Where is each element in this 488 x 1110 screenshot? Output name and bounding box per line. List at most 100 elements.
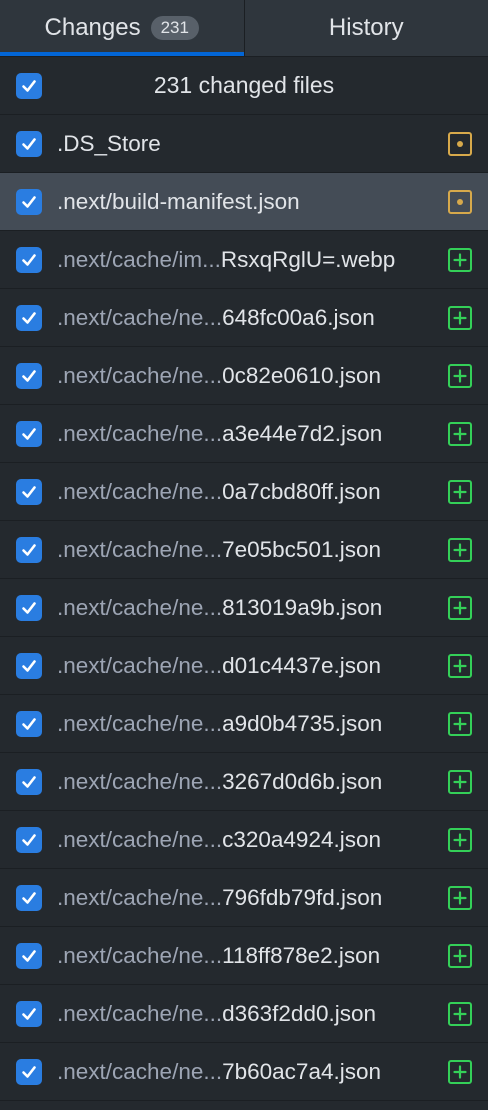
file-checkbox[interactable]	[16, 188, 42, 215]
file-path: .next/cache/ne... 0c82e0610.json	[57, 363, 440, 389]
file-path: .next/cache/ne... d01c4437e.json	[57, 653, 440, 679]
file-path: .next/cache/ne... 3267d0d6b.json	[57, 769, 440, 795]
file-checkbox[interactable]	[16, 1000, 42, 1027]
file-row[interactable]: .next/cache/ne... d363f2dd0.json	[0, 985, 488, 1043]
file-path: .next/cache/ne... 0a7cbd80ff.json	[57, 479, 440, 505]
file-checkbox[interactable]	[16, 420, 42, 447]
check-icon	[22, 79, 36, 92]
file-path-prefix: .next/cache/ne...	[57, 942, 223, 968]
changed-files-header: 231 changed files	[0, 57, 488, 115]
file-checkbox[interactable]	[16, 536, 42, 563]
file-row[interactable]: .next/build-manifest.json	[0, 173, 488, 231]
check-icon	[22, 369, 36, 382]
file-row[interactable]: .next/cache/ne... a3e44e7d2.json	[0, 405, 488, 463]
file-name: c320a4924.json	[222, 826, 381, 852]
file-row[interactable]: .next/cache/ne... 796fdb79fd.json	[0, 869, 488, 927]
tab-changes[interactable]: Changes 231	[0, 0, 244, 56]
changes-count-badge: 231	[150, 16, 199, 40]
file-added-icon	[448, 885, 472, 910]
file-modified-icon	[448, 131, 472, 156]
file-checkbox[interactable]	[16, 768, 42, 795]
file-path: .next/cache/ne... a9d0b4735.json	[57, 711, 440, 737]
file-row[interactable]: .next/cache/ne... 0c82e0610.json	[0, 347, 488, 405]
file-name: a3e44e7d2.json	[222, 420, 383, 446]
check-icon	[22, 1007, 36, 1020]
check-icon	[22, 949, 36, 962]
file-path: .next/cache/ne... 648fc00a6.json	[57, 305, 440, 331]
file-path: .next/cache/ne... 796fdb79fd.json	[57, 885, 440, 911]
file-name: 813019a9b.json	[222, 594, 383, 620]
file-row[interactable]: .next/cache/ne... 7b60ac7a4.json	[0, 1043, 488, 1101]
file-checkbox[interactable]	[16, 478, 42, 505]
file-checkbox[interactable]	[16, 594, 42, 621]
file-name: 7e05bc501.json	[222, 536, 381, 562]
file-path: .next/cache/ne... 7b60ac7a4.json	[57, 1059, 440, 1085]
file-row[interactable]: .next/cache/im... RsxqRglU=.webp	[0, 231, 488, 289]
file-added-icon	[448, 653, 472, 678]
file-row[interactable]: .next/cache/ne... 118ff878e2.json	[0, 927, 488, 985]
file-row[interactable]: .next/cache/ne... 813019a9b.json	[0, 579, 488, 637]
file-path: .next/cache/ne... 813019a9b.json	[57, 595, 440, 621]
file-checkbox[interactable]	[16, 246, 42, 273]
select-all-checkbox[interactable]	[16, 72, 42, 99]
file-added-icon	[448, 595, 472, 620]
file-checkbox[interactable]	[16, 652, 42, 679]
file-checkbox[interactable]	[16, 826, 42, 853]
file-path-prefix: .next/cache/ne...	[57, 826, 223, 852]
file-path-prefix: .next/cache/ne...	[57, 478, 223, 504]
plus-icon	[453, 948, 467, 963]
file-modified-icon	[448, 189, 472, 214]
plus-icon	[453, 310, 467, 325]
plus-icon	[453, 716, 467, 731]
file-added-icon	[448, 943, 472, 968]
file-checkbox[interactable]	[16, 884, 42, 911]
plus-icon	[453, 1064, 467, 1079]
file-row[interactable]: .next/cache/ne... 648fc00a6.json	[0, 289, 488, 347]
file-path: .next/cache/ne... c320a4924.json	[57, 827, 440, 853]
check-icon	[22, 891, 36, 904]
file-path: .next/build-manifest.json	[57, 189, 440, 215]
file-checkbox[interactable]	[16, 1058, 42, 1085]
file-added-icon	[448, 827, 472, 852]
plus-icon	[453, 600, 467, 615]
file-checkbox[interactable]	[16, 130, 42, 157]
check-icon	[22, 543, 36, 556]
file-row[interactable]: .next/cache/ne... d01c4437e.json	[0, 637, 488, 695]
file-checkbox[interactable]	[16, 710, 42, 737]
tab-history[interactable]: History	[243, 0, 488, 56]
file-row[interactable]: .DS_Store	[0, 115, 488, 173]
file-path: .next/cache/ne... d363f2dd0.json	[57, 1001, 440, 1027]
file-row[interactable]: .next/cache/ne... a9d0b4735.json	[0, 695, 488, 753]
file-checkbox[interactable]	[16, 942, 42, 969]
plus-icon	[453, 426, 467, 441]
plus-icon	[453, 890, 467, 905]
plus-icon	[453, 252, 467, 267]
modified-dot	[457, 140, 463, 147]
file-added-icon	[448, 537, 472, 562]
file-added-icon	[448, 421, 472, 446]
file-added-icon	[448, 305, 472, 330]
plus-icon	[453, 368, 467, 383]
file-added-icon	[448, 479, 472, 504]
file-row[interactable]: .next/cache/ne... 0a7cbd80ff.json	[0, 463, 488, 521]
file-name: RsxqRglU=.webp	[220, 246, 396, 272]
file-path: .next/cache/im... RsxqRglU=.webp	[57, 247, 440, 273]
plus-icon	[453, 542, 467, 557]
check-icon	[22, 311, 36, 324]
file-row[interactable]: .next/cache/ne... 7e05bc501.json	[0, 521, 488, 579]
plus-icon	[453, 1006, 467, 1021]
changed-files-count-label: 231 changed files	[153, 72, 335, 98]
file-path: .DS_Store	[57, 131, 440, 157]
file-path-prefix: .next/cache/ne...	[57, 710, 223, 736]
file-checkbox[interactable]	[16, 362, 42, 389]
tab-bar: Changes 231 History	[0, 0, 488, 57]
modified-dot	[457, 198, 463, 205]
file-name: .next/build-manifest.json	[57, 188, 300, 214]
file-path-prefix: .next/cache/im...	[57, 246, 221, 272]
file-row[interactable]: .next/cache/ne... 3267d0d6b.json	[0, 753, 488, 811]
file-path: .next/cache/ne... a3e44e7d2.json	[57, 421, 440, 447]
file-added-icon	[448, 769, 472, 794]
file-checkbox[interactable]	[16, 304, 42, 331]
file-row[interactable]: .next/cache/ne... c320a4924.json	[0, 811, 488, 869]
check-icon	[22, 717, 36, 730]
